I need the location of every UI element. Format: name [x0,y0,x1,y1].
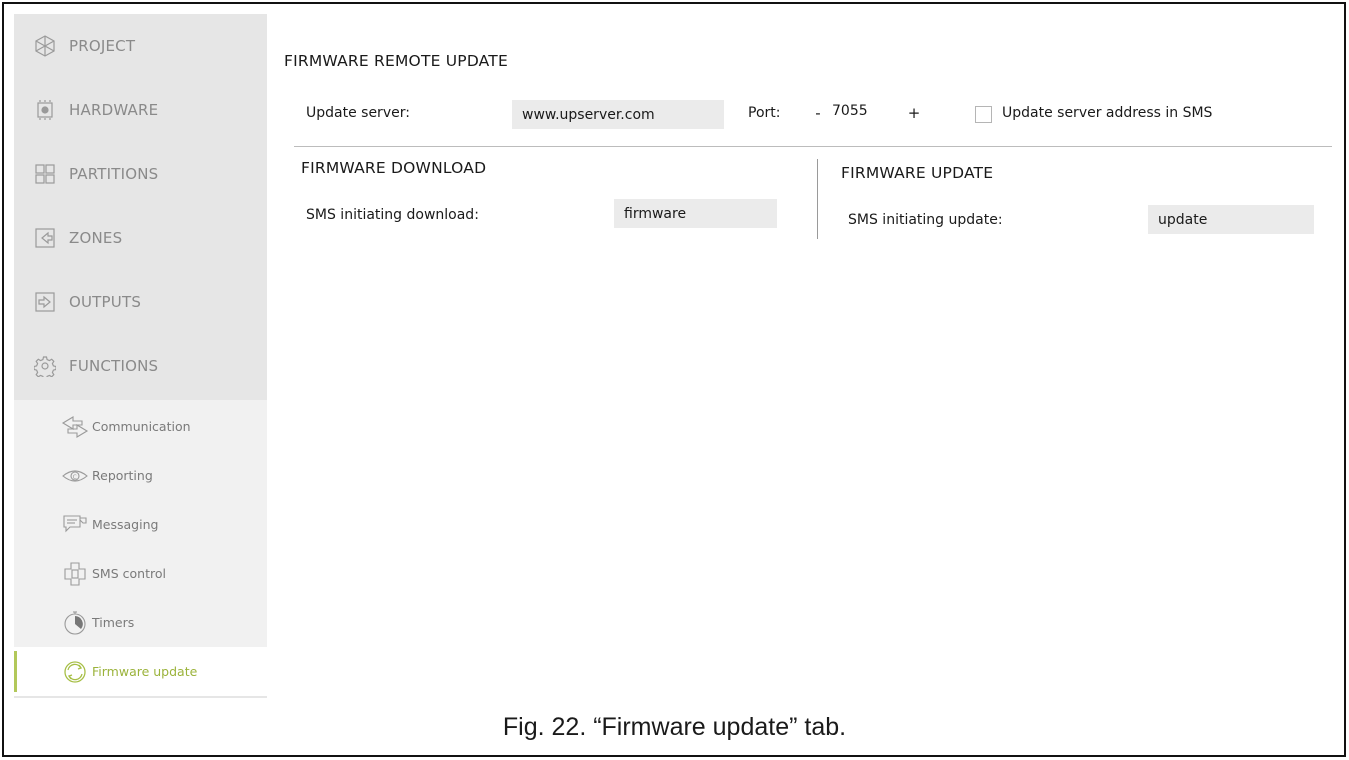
content-panel: FIRMWARE REMOTE UPDATE Update server: ww… [268,14,1334,692]
nav-label: ZONES [69,229,123,247]
nav-label: HARDWARE [69,101,159,119]
firmware-update-icon [58,657,92,687]
sub-item-reporting[interactable]: C Reporting [14,451,267,500]
sub-item-timers[interactable]: Timers [14,598,267,647]
update-server-label: Update server: [306,105,410,121]
port-value[interactable]: 7055 [832,103,868,119]
partitions-icon [34,163,56,185]
sub-item-label: Timers [92,615,135,630]
outputs-icon [34,291,56,313]
reporting-icon: C [58,461,92,491]
figure-caption: Fig. 22. “Firmware update” tab. [502,713,847,741]
sub-item-sms-control[interactable]: SMS control [14,549,267,598]
port-decrement-button[interactable]: - [810,104,826,122]
sub-item-label: Firmware update [92,664,198,679]
firmware-download-title: FIRMWARE DOWNLOAD [301,159,487,177]
remote-update-title: FIRMWARE REMOTE UPDATE [284,52,508,70]
firmware-update-title: FIRMWARE UPDATE [841,164,994,182]
port-increment-button[interactable]: + [906,104,922,122]
sub-item-label: Communication [92,419,191,434]
sub-item-communication[interactable]: Communication [14,402,267,451]
sms-control-icon [58,559,92,589]
update-server-input[interactable]: www.upserver.com [512,100,724,129]
nav-item-hardware[interactable]: HARDWARE [14,78,267,142]
messaging-icon [58,510,92,540]
sub-item-firmware-update[interactable]: Firmware update [14,647,267,696]
sms-download-input[interactable]: firmware [614,199,777,228]
sub-item-messaging[interactable]: Messaging [14,500,267,549]
sub-item-label: Messaging [92,517,159,532]
nav-item-outputs[interactable]: OUTPUTS [14,270,267,334]
zones-icon [34,227,56,249]
sub-item-label: SMS control [92,566,166,581]
nav-label: PARTITIONS [69,165,159,183]
nav-item-zones[interactable]: ZONES [14,206,267,270]
divider [294,146,1332,147]
sub-nav: Communication C Reporting Messaging SMS … [14,400,267,696]
timers-icon [58,608,92,638]
nav-label: OUTPUTS [69,293,142,311]
nav-item-partitions[interactable]: PARTITIONS [14,142,267,206]
sms-download-label: SMS initiating download: [306,207,479,223]
hardware-icon [34,99,56,121]
port-label: Port: [748,105,781,121]
column-divider [817,159,818,239]
main-nav: PROJECT HARDWARE PARTITIONS ZONES OUTPUT… [14,14,267,400]
communication-icon [58,412,92,442]
sms-update-input[interactable]: update [1148,205,1314,234]
svg-text:C: C [73,474,77,481]
nav-label: FUNCTIONS [69,357,159,375]
nav-item-project[interactable]: PROJECT [14,14,267,78]
functions-icon [34,355,56,377]
sms-update-label: SMS initiating update: [848,212,1003,228]
sub-item-label: Reporting [92,468,153,483]
nav-item-functions[interactable]: FUNCTIONS [14,334,267,398]
sidebar: PROJECT HARDWARE PARTITIONS ZONES OUTPUT… [14,14,267,698]
sms-server-address-label: Update server address in SMS [1002,105,1213,121]
nav-label: PROJECT [69,37,136,55]
sms-server-address-checkbox[interactable] [975,106,992,123]
project-icon [34,35,56,57]
